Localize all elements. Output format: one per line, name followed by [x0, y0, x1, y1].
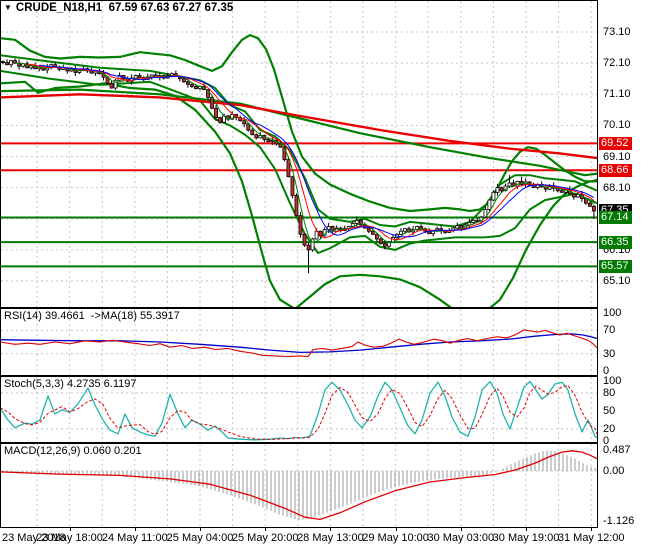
time-tick-mark: [460, 528, 462, 531]
macd-histogram: [2, 450, 596, 521]
price-badge-66.35: 66.35: [599, 235, 632, 249]
symbol-dropdown-icon[interactable]: ▼: [4, 3, 12, 12]
time-axis-label: 29 May 10:00: [362, 532, 429, 544]
time-axis-label: 31 May 12:00: [557, 532, 625, 544]
time-tick-mark: [330, 528, 332, 531]
time-tick-mark: [69, 528, 71, 531]
price-tick-label: 50: [603, 405, 616, 417]
time-axis-label: 28 May 13:00: [297, 532, 364, 544]
ma-fast-10: [39, 64, 595, 238]
time-axis-label: 25 May 04:00: [166, 532, 234, 544]
stoch-k-line: [0, 380, 598, 441]
stochastic-panel: Stoch(5,3,3) 4.2735 6.1197: [0, 376, 598, 443]
price-tick-label: 0.487: [603, 443, 631, 456]
price-tick-label: 70.10: [603, 119, 631, 132]
price-tick-label: 80: [603, 387, 616, 399]
time-axis-label: 25 May 20:00: [231, 532, 299, 544]
chart-window: ▼ CRUDE_N18,H1 67.59 67.63 67.27 67.35 RS…: [0, 0, 650, 550]
time-axis-label: 23 May 18:00: [36, 532, 103, 544]
time-axis-label: 30 May 03:00: [427, 532, 495, 544]
time-tick-mark: [265, 528, 267, 531]
price-tick-label: 20: [603, 423, 616, 435]
rsi-label: RSI(14) 39.4661 ->MA(18) 55.3917: [4, 310, 180, 322]
price-badge-65.57: 65.57: [599, 259, 632, 273]
price-tick-label: 71.10: [603, 88, 631, 101]
time-tick-mark: [200, 528, 201, 531]
time-axis-label: 24 May 11:00: [101, 532, 168, 544]
price-tick-label: 72.10: [603, 57, 631, 70]
price-tick-label: -1.126: [603, 514, 635, 527]
price-tick-label: 68.10: [603, 181, 631, 194]
bb-wide-upper: [0, 33, 598, 213]
price-tick-label: 30: [603, 347, 616, 360]
price-tick-label: 100: [603, 375, 622, 387]
rsi-panel: RSI(14) 39.4661 ->MA(18) 55.3917: [0, 308, 598, 376]
time-axis-label: 30 May 19:00: [492, 532, 560, 544]
price-tick-label: 70: [603, 324, 616, 337]
stochastic-label: Stoch(5,3,3) 4.2735 6.1197: [4, 378, 137, 390]
chart-title-text: CRUDE_N18,H1 67.59 67.63 67.27 67.35: [15, 2, 234, 14]
macd-panel: MACD(12,26,9) 0.060 0.201: [0, 443, 598, 528]
panel-frame: [0, 0, 598, 308]
price-tick-label: 0.00: [603, 465, 625, 477]
chart-title: ▼ CRUDE_N18,H1 67.59 67.63 67.27 67.35: [4, 2, 233, 14]
bb-narrow-upper: [0, 54, 598, 228]
price-badge-67.14: 67.14: [599, 211, 632, 224]
main-chart-canvas[interactable]: [0, 0, 598, 308]
main-chart-panel: ▼ CRUDE_N18,H1 67.59 67.63 67.27 67.35: [0, 0, 598, 308]
price-badge-69.52: 69.52: [599, 136, 632, 150]
price-tick-label: 65.10: [603, 275, 631, 287]
time-tick-mark: [526, 528, 527, 531]
bb-narrow-lower: [0, 69, 598, 254]
macd-label: MACD(12,26,9) 0.060 0.201: [4, 445, 142, 457]
price-badge-68.66: 68.66: [599, 163, 632, 177]
time-tick-mark: [134, 528, 136, 531]
rsi-ma-line: [0, 333, 598, 354]
time-tick-mark: [395, 528, 397, 531]
price-tick-label: 69.10: [603, 150, 631, 163]
price-tick-label: 73.10: [603, 26, 631, 38]
time-axis[interactable]: 23 May 2018 23 May 18:00 24 May 11:00 25 Ma…: [0, 528, 650, 550]
price-tick-label: 100: [603, 307, 622, 319]
ma-green-slow: [0, 88, 598, 177]
time-tick-mark: [591, 528, 593, 531]
